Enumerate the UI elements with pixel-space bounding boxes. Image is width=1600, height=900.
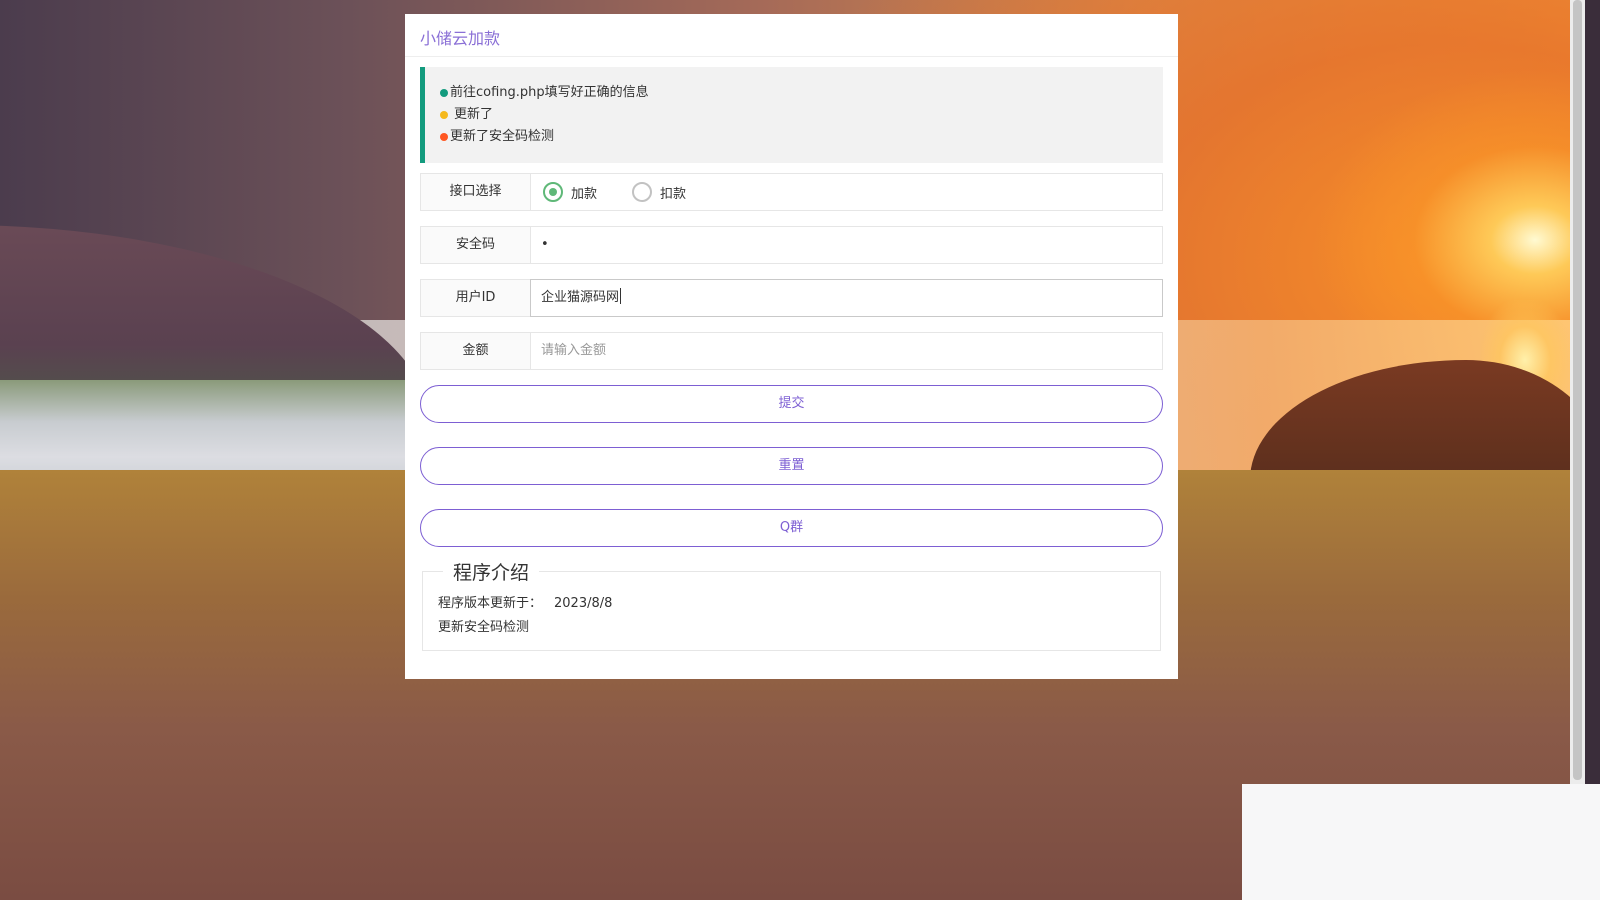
corner-panel	[1242, 784, 1600, 900]
notice-line: 更新了安全码检测	[440, 126, 1148, 148]
version-date: 2023/8/8	[554, 596, 613, 611]
page-title: 小储云加款	[420, 29, 501, 48]
notice-box: 前往cofing.php填写好正确的信息 更新了 更新了安全码检测	[420, 67, 1163, 163]
notice-text: 更新了安全码检测	[450, 129, 555, 144]
orange-dot-icon	[440, 133, 448, 141]
card-header: 小储云加款	[405, 14, 1178, 57]
version-line: 程序版本更新于： 2023/8/8	[438, 592, 1145, 616]
interface-radio-group: 加款 扣款	[530, 173, 1163, 211]
teal-dot-icon	[440, 89, 448, 97]
amount-row: 金额 请输入金额	[420, 332, 1163, 370]
security-code-value: •	[541, 237, 549, 252]
reset-button[interactable]: 重置	[420, 447, 1163, 485]
radio-unchecked-icon[interactable]	[632, 182, 653, 202]
text-caret	[620, 288, 622, 304]
radio-add-funds-label[interactable]: 加款	[571, 183, 597, 202]
notice-text: 前往cofing.php填写好正确的信息	[450, 85, 649, 100]
user-id-input[interactable]: 企业猫源码网	[530, 279, 1163, 317]
security-code-input[interactable]: •	[530, 226, 1163, 264]
radio-add-funds[interactable]: 加款	[543, 182, 597, 202]
user-id-value: 企业猫源码网	[541, 290, 620, 305]
radio-deduct-funds-label[interactable]: 扣款	[660, 183, 686, 202]
submit-button[interactable]: 提交	[420, 385, 1163, 423]
amount-label: 金额	[420, 332, 530, 370]
security-code-row: 安全码 •	[420, 226, 1163, 264]
qq-group-button[interactable]: Q群	[420, 509, 1163, 547]
user-id-label: 用户ID	[420, 279, 530, 317]
notice-text: 更新了	[454, 107, 494, 122]
radio-deduct-funds[interactable]: 扣款	[632, 182, 686, 202]
update-note: 更新安全码检测	[438, 620, 530, 635]
main-card: 小储云加款 前往cofing.php填写好正确的信息 更新了 更新了安全码检测 …	[405, 14, 1178, 679]
interface-row: 接口选择 加款 扣款	[420, 173, 1163, 211]
card-body: 前往cofing.php填写好正确的信息 更新了 更新了安全码检测 接口选择 加…	[405, 57, 1178, 651]
program-intro-fieldset: 程序介绍 程序版本更新于： 2023/8/8 更新安全码检测	[422, 558, 1161, 651]
version-label: 程序版本更新于：	[438, 596, 543, 611]
program-intro-legend: 程序介绍	[443, 558, 540, 585]
notice-line: 更新了	[440, 104, 1148, 126]
security-code-label: 安全码	[420, 226, 530, 264]
amount-input[interactable]: 请输入金额	[530, 332, 1163, 370]
interface-label: 接口选择	[420, 173, 530, 211]
amount-placeholder: 请输入金额	[541, 343, 607, 358]
user-id-row: 用户ID 企业猫源码网	[420, 279, 1163, 317]
yellow-dot-icon	[440, 111, 448, 119]
radio-checked-icon[interactable]	[543, 182, 563, 202]
notice-line: 前往cofing.php填写好正确的信息	[440, 82, 1148, 104]
